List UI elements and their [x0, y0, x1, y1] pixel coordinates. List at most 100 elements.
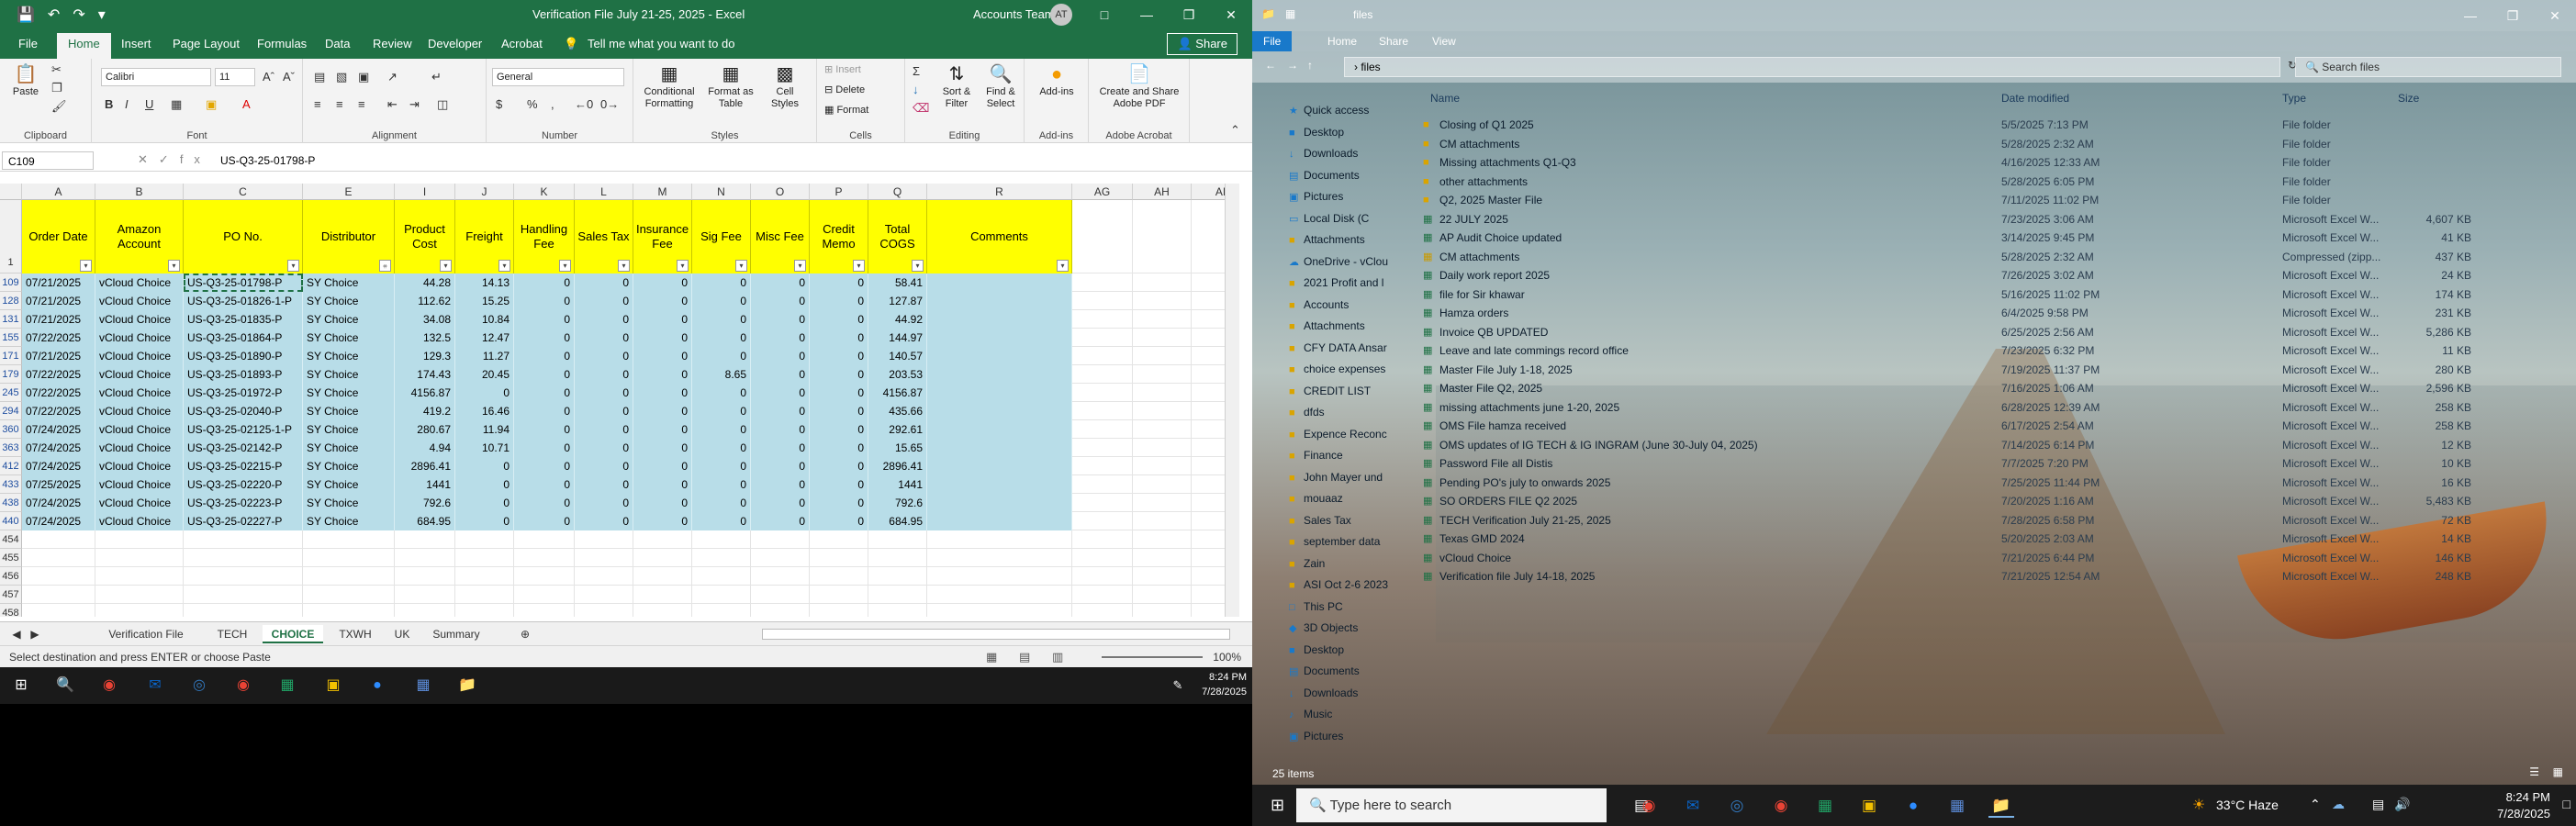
row-header[interactable]: 458 — [0, 604, 22, 617]
list-item[interactable]: ■ Closing of Q1 2025 5/5/2025 7:13 PM File … — [1423, 116, 2561, 134]
table-cell[interactable]: 0 — [575, 384, 633, 402]
row-header[interactable]: 245 — [0, 384, 22, 402]
table-cell[interactable]: 0 — [751, 384, 810, 402]
grid-cell[interactable] — [751, 567, 810, 586]
table-cell[interactable]: 0 — [692, 310, 751, 329]
nav-item[interactable]: ■ CREDIT LIST — [1289, 382, 1392, 400]
nav-item[interactable]: ▣ Pictures — [1289, 187, 1392, 206]
table-cell[interactable]: 10.71 — [455, 439, 514, 457]
nav-item[interactable]: ■ Zain — [1289, 554, 1392, 573]
table-cell[interactable] — [927, 402, 1072, 420]
list-item[interactable]: ▦ missing attachments june 1-20, 2025 6/28… — [1423, 398, 2561, 417]
ribbon-display-icon[interactable]: □ — [1083, 0, 1126, 29]
table-cell[interactable] — [927, 329, 1072, 347]
grid-cell[interactable] — [22, 604, 95, 617]
table-cell[interactable]: 0 — [455, 512, 514, 530]
align-middle-icon[interactable]: ▧ — [336, 70, 347, 84]
table-cell[interactable]: 0 — [810, 347, 868, 365]
table-cell[interactable]: US-Q3-25-02223-P — [184, 494, 303, 512]
table-cell[interactable]: SY Choice — [303, 273, 395, 292]
table-header-cell[interactable]: Total COGS ▾ — [868, 200, 927, 273]
table-cell[interactable]: 0 — [692, 457, 751, 475]
list-item[interactable]: ▦ Pending PO's july to onwards 2025 7/25/2… — [1423, 474, 2561, 492]
grid-cell[interactable] — [184, 586, 303, 604]
bold-icon[interactable]: B — [105, 97, 113, 111]
table-cell[interactable]: US-Q3-25-01835-P — [184, 310, 303, 329]
table-cell[interactable]: vCloud Choice — [95, 310, 184, 329]
table-cell[interactable]: 0 — [514, 512, 575, 530]
table-cell[interactable]: 11.94 — [455, 420, 514, 439]
find-select-button[interactable]: 🔍 Find & Select — [980, 64, 1021, 110]
table-cell[interactable]: 0 — [810, 329, 868, 347]
table-cell[interactable]: SY Choice — [303, 329, 395, 347]
grid-cell[interactable] — [633, 586, 692, 604]
table-cell[interactable]: 0 — [692, 329, 751, 347]
grid-cell[interactable] — [1072, 567, 1133, 586]
grid-cell[interactable] — [1133, 475, 1192, 494]
table-cell[interactable]: 0 — [633, 475, 692, 494]
table-cell[interactable]: vCloud Choice — [95, 439, 184, 457]
grid-cell[interactable] — [1072, 494, 1133, 512]
table-cell[interactable]: 0 — [514, 273, 575, 292]
grid-cell[interactable] — [303, 604, 395, 617]
table-cell[interactable]: 174.43 — [395, 365, 455, 384]
explorer-close-icon[interactable]: ✕ — [2534, 0, 2576, 31]
grid-cell[interactable] — [455, 567, 514, 586]
nav-item[interactable]: ■ Attachments — [1289, 230, 1392, 249]
pen-icon[interactable]: ✎ — [1166, 675, 1190, 697]
avatar[interactable]: AT — [1050, 4, 1072, 26]
table-cell[interactable]: SY Choice — [303, 402, 395, 420]
table-cell[interactable]: 0 — [514, 457, 575, 475]
table-cell[interactable]: 684.95 — [868, 512, 927, 530]
number-format-select[interactable]: General — [492, 68, 624, 86]
list-item[interactable]: ▦ OMS File hamza received 6/17/2025 2:54 A… — [1423, 417, 2561, 435]
table-cell[interactable]: US-Q3-25-02220-P — [184, 475, 303, 494]
list-item[interactable]: ▦ CM attachments 5/28/2025 2:32 AM Compress… — [1423, 248, 2561, 266]
list-item[interactable]: ▦ Master File Q2, 2025 7/16/2025 1:06 AM Mi… — [1423, 379, 2561, 397]
page-break-view-icon[interactable]: ▥ — [1052, 650, 1063, 664]
close-icon[interactable]: ✕ — [1210, 0, 1252, 29]
grid-cell[interactable] — [455, 549, 514, 567]
list-item[interactable]: ▦ Texas GMD 2024 5/20/2025 2:03 AM Microsof… — [1423, 530, 2561, 548]
grid-cell[interactable] — [395, 549, 455, 567]
nav-item[interactable]: ■ ASI Oct 2-6 2023 — [1289, 575, 1392, 594]
add-sheet-icon[interactable]: ⊕ — [514, 625, 536, 643]
table-cell[interactable]: 0 — [455, 384, 514, 402]
grid-cell[interactable] — [1133, 347, 1192, 365]
grid-cell[interactable] — [868, 549, 927, 567]
grid-cell[interactable] — [633, 530, 692, 549]
column-header-ah[interactable]: AH — [1133, 184, 1192, 200]
nav-item[interactable]: ▤ Documents — [1289, 166, 1392, 184]
redo-icon[interactable]: ↷ — [73, 6, 84, 24]
table-cell[interactable]: SY Choice — [303, 365, 395, 384]
grid-cell[interactable] — [1072, 457, 1133, 475]
table-cell[interactable] — [927, 420, 1072, 439]
table-cell[interactable]: 0 — [751, 292, 810, 310]
chrome-profile-icon[interactable]: ◉ — [1768, 794, 1794, 818]
table-cell[interactable] — [927, 475, 1072, 494]
table-cell[interactable]: 0 — [575, 329, 633, 347]
table-cell[interactable]: 0 — [633, 329, 692, 347]
grid-cell[interactable] — [514, 549, 575, 567]
grid-cell[interactable] — [1072, 310, 1133, 329]
comma-icon[interactable]: , — [551, 97, 554, 111]
grid-cell[interactable] — [692, 549, 751, 567]
filter-dropdown-icon[interactable]: ▾ — [168, 260, 180, 272]
windows-start-icon[interactable]: ⊞ — [1271, 796, 1284, 815]
table-cell[interactable]: 0 — [455, 475, 514, 494]
grid-cell[interactable] — [303, 586, 395, 604]
windows-start-icon[interactable]: ⊞ — [9, 675, 33, 697]
sort-filter-button[interactable]: ⇅ Sort & Filter — [936, 64, 977, 110]
table-cell[interactable]: 0 — [692, 494, 751, 512]
grid-cell[interactable] — [692, 567, 751, 586]
grid-cell[interactable] — [1072, 512, 1133, 530]
add-ins-button[interactable]: ● Add-ins — [1032, 64, 1081, 98]
filter-dropdown-icon[interactable]: ▾ — [794, 260, 806, 272]
font-size-select[interactable]: 11 — [215, 68, 255, 86]
table-cell[interactable]: SY Choice — [303, 292, 395, 310]
grid-cell[interactable] — [575, 586, 633, 604]
delete-button[interactable]: ⊟ Delete — [824, 84, 865, 96]
taskbar-search-input[interactable]: 🔍 Type here to search — [1296, 788, 1607, 822]
grid-cell[interactable] — [1133, 273, 1192, 292]
table-cell[interactable]: SY Choice — [303, 475, 395, 494]
